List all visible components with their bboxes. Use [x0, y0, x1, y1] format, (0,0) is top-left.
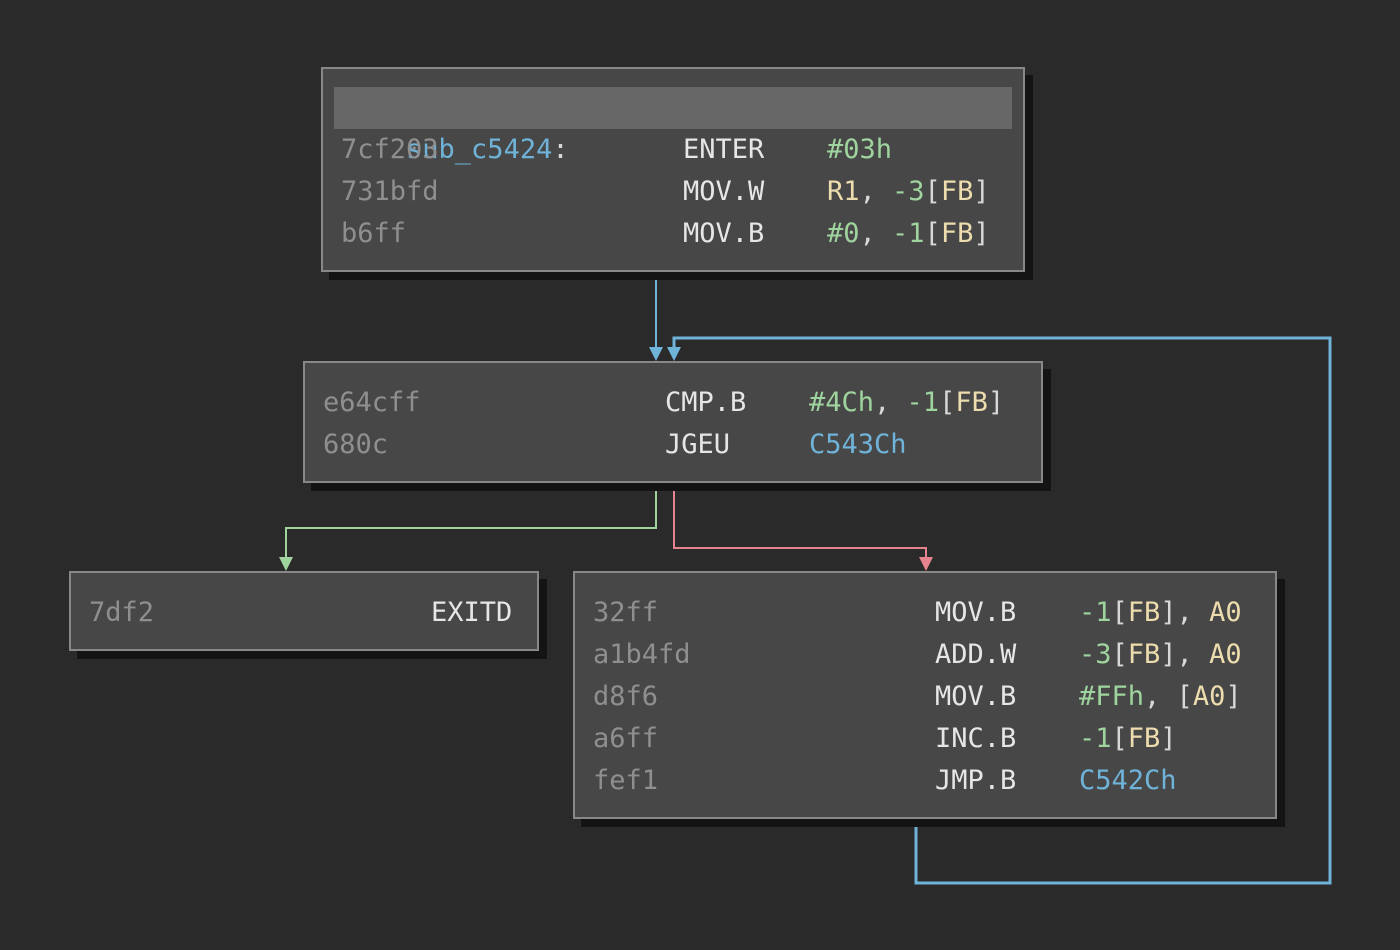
instr-mnemonic: ENTER — [683, 134, 765, 165]
instr-operands: -1[FB], A0 — [1079, 592, 1242, 634]
instr-address: fef1 — [593, 765, 659, 796]
operand-token: A0 — [1192, 681, 1226, 712]
instr-address: 32ff — [593, 597, 659, 628]
block-loop-body[interactable]: 32ff MOV.B -1[FB], A0 a1b4fd ADD.W -3[FB… — [573, 571, 1277, 819]
instr-operands[interactable]: C543Ch — [809, 424, 907, 466]
operand-token: -1 — [892, 218, 925, 249]
instr-mnemonic: EXITD — [431, 597, 513, 628]
operand-token: [ — [924, 218, 941, 249]
operand-token: ] — [973, 218, 990, 249]
instr-operands: #FFh, [A0] — [1079, 676, 1242, 718]
instr-address: 7cf203 — [341, 134, 439, 165]
instr-operands: -1[FB] — [1079, 718, 1177, 760]
operand-token: , — [859, 218, 893, 249]
operand-token: #FFh — [1079, 681, 1145, 712]
operand-token: R1 — [827, 176, 860, 207]
operand-token: -1 — [906, 387, 940, 418]
instr-operands: #0, -1[FB] — [827, 213, 990, 255]
instr-address: a6ff — [593, 723, 659, 754]
instr-mnemonic: MOV.B — [683, 218, 765, 249]
operand-token: ], — [1160, 639, 1210, 670]
operand-token: -3 — [892, 176, 925, 207]
operand-token: FB — [940, 176, 974, 207]
operand-token: [ — [939, 387, 956, 418]
instr-operands: #4Ch, -1[FB] — [809, 382, 1004, 424]
instr-mnemonic: JGEU — [665, 429, 731, 460]
label-colon: : — [552, 134, 569, 165]
block-entry[interactable]: sub_c5424: 7cf203 ENTER #03h 731bfd MOV.… — [321, 67, 1025, 272]
instr-operands: -3[FB], A0 — [1079, 634, 1242, 676]
instr-mnemonic: MOV.B — [935, 597, 1017, 628]
operand-token: FB — [1127, 639, 1161, 670]
block-exit[interactable]: 7df2 EXITD — [69, 571, 539, 651]
operand-token: ] — [973, 176, 990, 207]
instr-address: e64cff — [323, 387, 421, 418]
edge-true-to-exit — [279, 482, 657, 571]
instr-address: a1b4fd — [593, 639, 691, 670]
operand-token: [ — [1111, 639, 1128, 670]
edge-false-to-loop — [673, 482, 933, 571]
operand-token: ], — [1160, 597, 1210, 628]
operand-token: , — [874, 387, 907, 418]
operand-token: #0 — [827, 218, 860, 249]
operand-token: [ — [1111, 723, 1128, 754]
operand-token: [ — [924, 176, 941, 207]
instr-address: 731bfd — [341, 176, 439, 207]
operand-token: A0 — [1209, 639, 1242, 670]
instr-address: d8f6 — [593, 681, 659, 712]
instr-address: 680c — [323, 429, 389, 460]
instr-address: 7df2 — [89, 597, 155, 628]
instr-mnemonic: MOV.W — [683, 176, 765, 207]
operand-token: FB — [1127, 597, 1161, 628]
operand-token: [ — [1111, 597, 1128, 628]
jump-target-link[interactable]: C543Ch — [809, 429, 907, 460]
operand-token: FB — [940, 218, 974, 249]
operand-token: ] — [987, 387, 1005, 418]
operand-token: -1 — [1079, 723, 1112, 754]
operand-token: FB — [955, 387, 988, 418]
block-condition[interactable]: e64cff CMP.B #4Ch, -1[FB] 680c JGEU C543… — [303, 361, 1043, 483]
operand-token: #03h — [827, 134, 893, 165]
operand-token: , [ — [1144, 681, 1193, 712]
instr-mnemonic: INC.B — [935, 723, 1017, 754]
instr-mnemonic: JMP.B — [935, 765, 1017, 796]
operand-token: A0 — [1209, 597, 1242, 628]
jump-target-link[interactable]: C542Ch — [1079, 765, 1177, 796]
instr-operands[interactable]: C542Ch — [1079, 760, 1177, 802]
operand-token: FB — [1127, 723, 1161, 754]
instr-mnemonic: CMP.B — [665, 387, 747, 418]
instr-mnemonic: ADD.W — [935, 639, 1017, 670]
instr-operands: R1, -3[FB] — [827, 171, 990, 213]
instr-operands: #03h — [827, 129, 892, 171]
operand-token: ] — [1225, 681, 1242, 712]
operand-token: -1 — [1079, 597, 1112, 628]
function-label-row[interactable]: sub_c5424: — [341, 87, 569, 165]
edge-entry-to-cond — [649, 272, 663, 361]
instr-mnemonic: MOV.B — [935, 681, 1017, 712]
operand-token: ] — [1160, 723, 1177, 754]
instr-address: b6ff — [341, 218, 407, 249]
operand-token: #4Ch — [809, 387, 875, 418]
operand-token: , — [859, 176, 893, 207]
operand-token: -3 — [1079, 639, 1112, 670]
